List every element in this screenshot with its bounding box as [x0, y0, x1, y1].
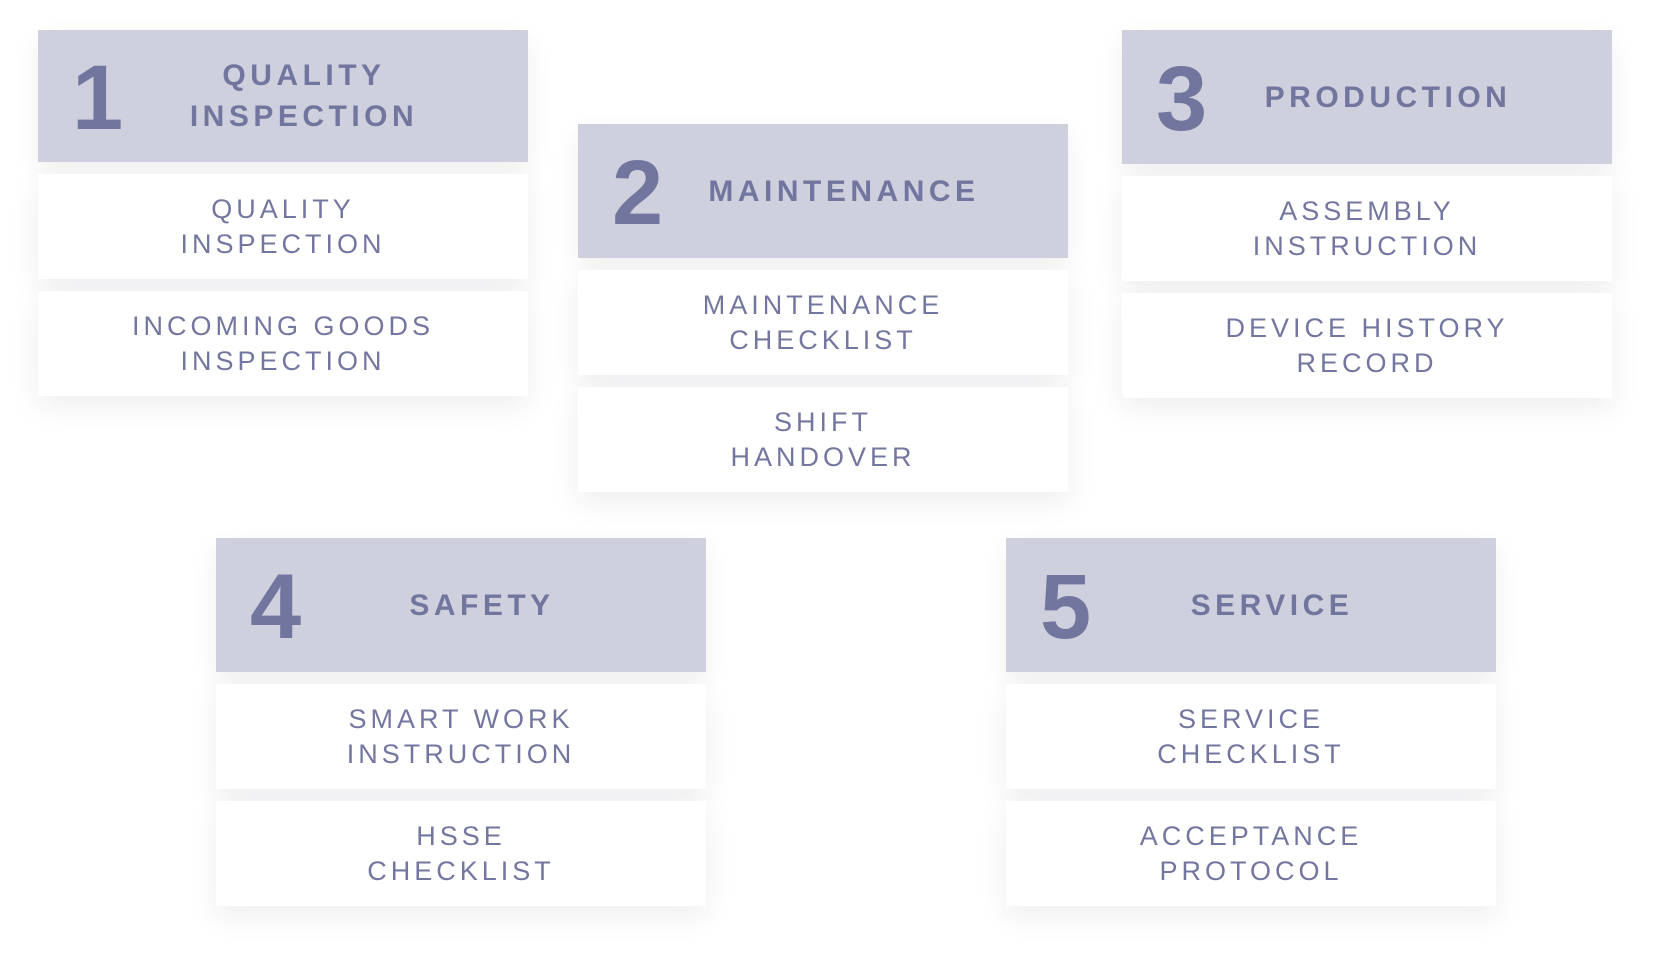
category-card-service: 5 SERVICE SERVICE CHECKLIST ACCEPTANCE P… — [1006, 538, 1496, 906]
category-item[interactable]: INCOMING GOODS INSPECTION — [38, 291, 528, 396]
category-title: SAFETY — [409, 588, 555, 622]
category-title: QUALITY INSPECTION — [189, 59, 419, 133]
category-item[interactable]: QUALITY INSPECTION — [38, 174, 528, 279]
category-item[interactable]: SHIFT HANDOVER — [578, 387, 1068, 492]
category-title: MAINTENANCE — [708, 174, 980, 208]
category-item[interactable]: ASSEMBLY INSTRUCTION — [1122, 176, 1612, 281]
category-card-maintenance: 2 MAINTENANCE MAINTENANCE CHECKLIST SHIF… — [578, 124, 1068, 492]
category-title: PRODUCTION — [1264, 80, 1512, 114]
category-header: 2 MAINTENANCE — [578, 124, 1068, 258]
category-number: 2 — [612, 142, 664, 244]
category-item[interactable]: SERVICE CHECKLIST — [1006, 684, 1496, 789]
category-item[interactable]: SMART WORK INSTRUCTION — [216, 684, 706, 789]
category-number: 5 — [1040, 556, 1092, 658]
category-header: 1 QUALITY INSPECTION — [38, 30, 528, 162]
category-number: 1 — [72, 47, 124, 149]
category-item[interactable]: DEVICE HISTORY RECORD — [1122, 293, 1612, 398]
category-card-quality-inspection: 1 QUALITY INSPECTION QUALITY INSPECTION … — [38, 30, 528, 396]
category-number: 4 — [250, 556, 302, 658]
category-header: 4 SAFETY — [216, 538, 706, 672]
category-card-safety: 4 SAFETY SMART WORK INSTRUCTION HSSE CHE… — [216, 538, 706, 906]
category-item[interactable]: HSSE CHECKLIST — [216, 801, 706, 906]
category-item[interactable]: ACCEPTANCE PROTOCOL — [1006, 801, 1496, 906]
category-title: SERVICE — [1190, 588, 1354, 622]
category-header: 5 SERVICE — [1006, 538, 1496, 672]
category-number: 3 — [1156, 48, 1208, 150]
category-item[interactable]: MAINTENANCE CHECKLIST — [578, 270, 1068, 375]
category-header: 3 PRODUCTION — [1122, 30, 1612, 164]
category-card-production: 3 PRODUCTION ASSEMBLY INSTRUCTION DEVICE… — [1122, 30, 1612, 398]
